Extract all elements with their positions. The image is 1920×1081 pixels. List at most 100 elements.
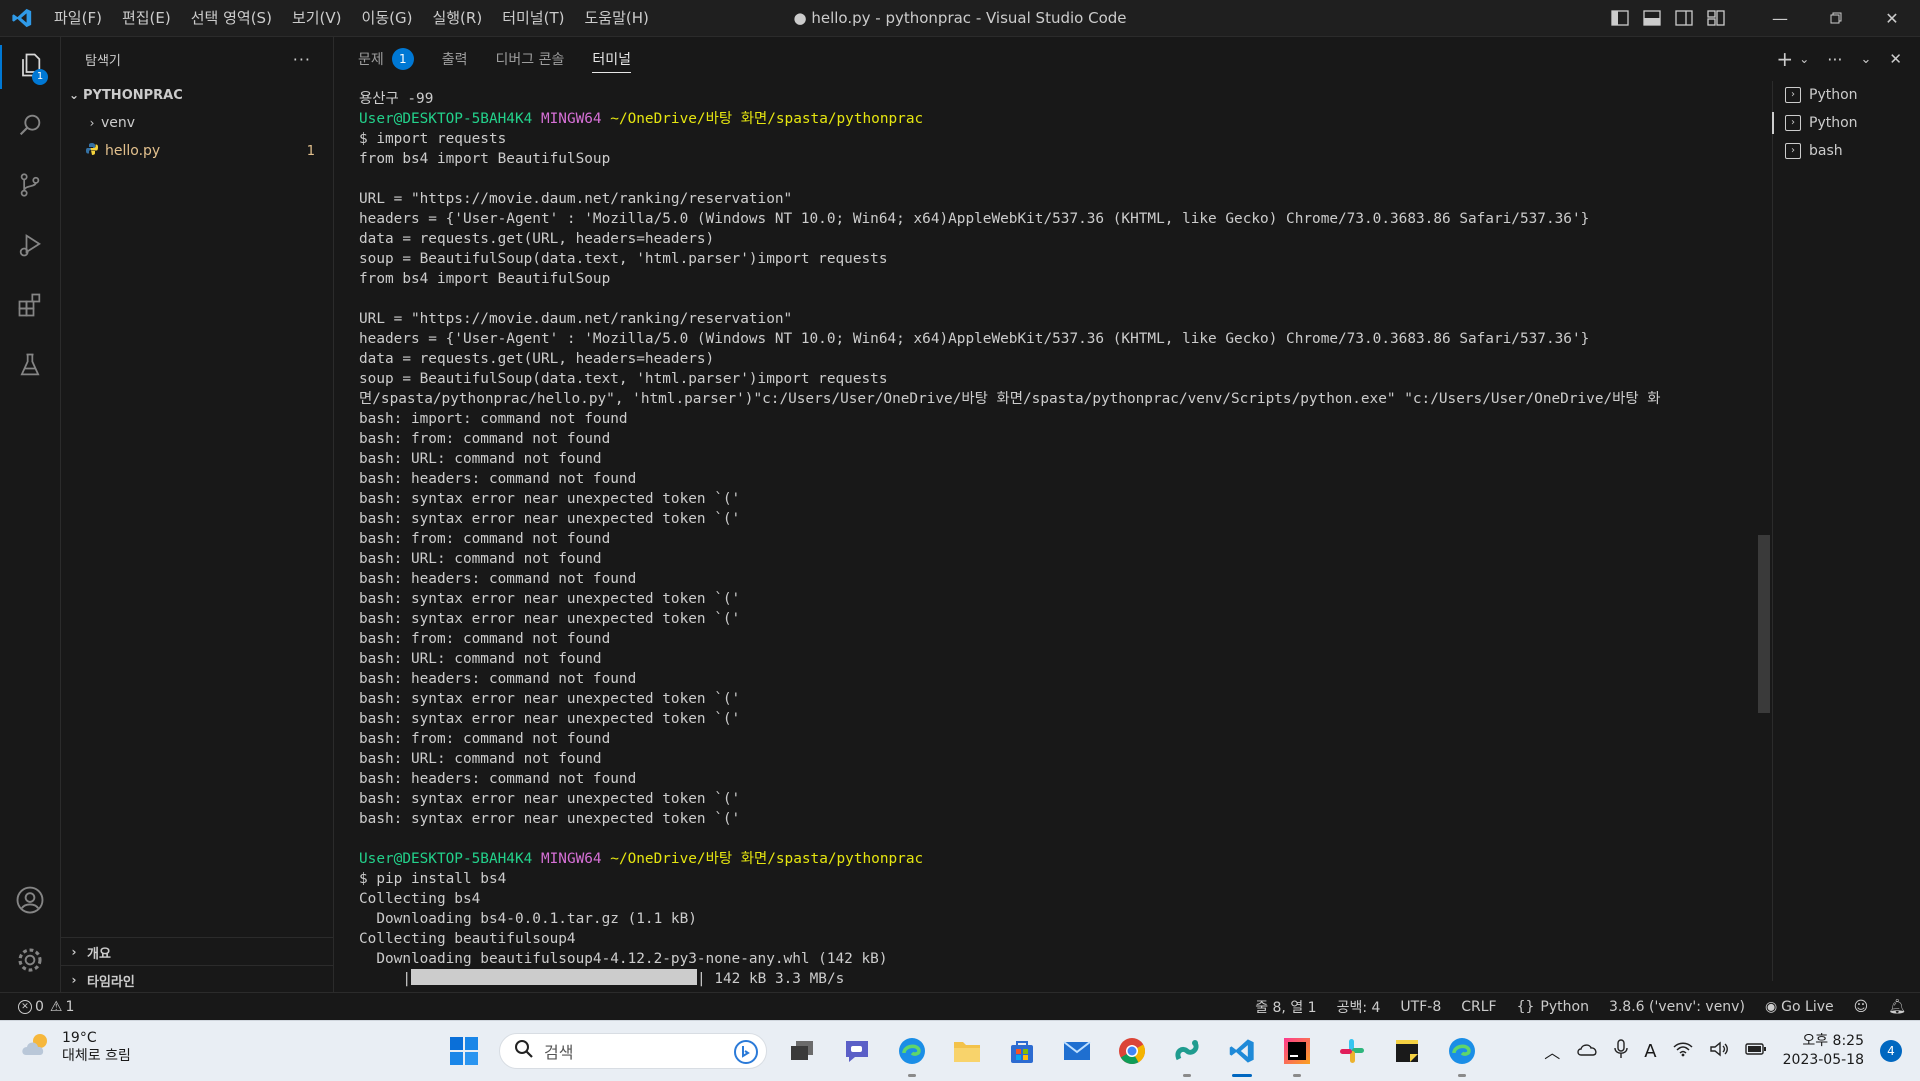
activity-bar: 1 [0,37,61,992]
python-interpreter[interactable]: 3.8.6 ('venv': venv) [1609,999,1745,1015]
volume-icon[interactable] [1709,1041,1729,1061]
menu-selection[interactable]: 선택 영역(S) [181,0,282,36]
new-terminal-icon[interactable]: + [1776,47,1793,71]
tree-item-hello-py[interactable]: hello.py 1 [61,137,333,165]
accounts-activity[interactable] [0,872,60,932]
chrome-app[interactable] [1112,1031,1152,1071]
run-debug-activity[interactable] [0,217,60,277]
progress-text: 142 kB 3.3 MB/s [714,971,845,987]
feedback-icon[interactable]: ☺ [1854,999,1869,1015]
close-button[interactable]: ✕ [1864,0,1920,36]
indentation[interactable]: 공백: 4 [1337,997,1381,1017]
terminal-line: bash: syntax error near unexpected token… [359,711,741,727]
input-method-icon[interactable]: A [1644,1041,1656,1062]
terminal-output[interactable]: 용산구 -99 User@DESKTOP-5BAH4K4 MINGW64 ~/On… [359,89,1749,989]
menu-terminal[interactable]: 터미널(T) [492,0,574,36]
customize-layout-icon[interactable] [1700,0,1732,36]
terminal-app[interactable] [1167,1031,1207,1077]
terminal-item-python-2[interactable]: › Python [1772,109,1920,137]
search-activity[interactable] [0,97,60,157]
menu-edit[interactable]: 편집(E) [112,0,181,36]
file-explorer-app[interactable] [947,1031,987,1071]
tab-problems[interactable]: 문제 1 [358,37,414,81]
extensions-activity[interactable] [0,277,60,337]
clock[interactable]: 오후 8:25 2023-05-18 [1783,1032,1864,1070]
timeline-section[interactable]: › 타임라인 [61,965,333,994]
chevron-down-icon: ⌄ [68,88,80,102]
workspace-folder[interactable]: ⌄ PYTHONPRAC [61,81,333,109]
outline-section[interactable]: › 개요 [61,937,333,966]
edge-app[interactable] [892,1031,932,1077]
close-panel-icon[interactable]: ✕ [1889,50,1902,68]
restore-button[interactable] [1808,0,1864,36]
language-mode[interactable]: {} Python [1517,999,1589,1015]
chevron-down-icon[interactable]: ⌄ [1799,52,1809,66]
run-debug-icon [16,231,44,263]
slack-app[interactable] [1332,1031,1372,1071]
clock-time: 오후 8:25 [1802,1033,1864,1049]
bell-icon[interactable]: 🔔︎ [1888,999,1906,1015]
menu-view[interactable]: 보기(V) [282,0,352,36]
notification-badge[interactable]: 4 [1880,1040,1902,1062]
more-actions-icon[interactable]: ··· [1827,50,1842,69]
go-live-button[interactable]: ◉ Go Live [1765,999,1834,1015]
toggle-secondary-sidebar-icon[interactable] [1668,0,1700,36]
terminal-item-bash[interactable]: › bash [1773,137,1920,165]
menu-go[interactable]: 이동(G) [352,0,423,36]
explorer-activity[interactable]: 1 [0,37,60,97]
terminal-scrollbar[interactable] [1758,535,1770,713]
vscode-app[interactable] [1222,1031,1262,1077]
sticky-notes-app[interactable] [1387,1031,1427,1071]
tree-item-venv[interactable]: › venv [61,109,333,137]
problems-status[interactable]: ✕ 0 ⚠ 1 [18,999,74,1015]
manage-activity[interactable] [0,932,60,992]
teams-chat-app[interactable] [837,1031,877,1071]
store-app[interactable] [1002,1031,1042,1071]
mail-app[interactable] [1057,1031,1097,1071]
cursor-position[interactable]: 줄 8, 열 1 [1255,997,1316,1017]
terminal-line: from bs4 import BeautifulSoup [359,151,611,167]
prompt-path: ~/OneDrive/바탕 화면/spasta/pythonprac [610,111,924,127]
wifi-icon[interactable] [1673,1041,1693,1061]
tab-terminal[interactable]: 터미널 [592,37,631,81]
tab-debug-console[interactable]: 디버그 콘솔 [496,37,565,81]
encoding[interactable]: UTF-8 [1400,999,1441,1015]
line-ending[interactable]: CRLF [1461,999,1496,1015]
source-control-activity[interactable] [0,157,60,217]
account-icon [15,885,45,919]
prompt-user: User@DESKTOP-5BAH4K4 [359,111,533,127]
task-view-app[interactable] [782,1031,822,1071]
onedrive-icon[interactable] [1576,1042,1598,1060]
maximize-panel-icon[interactable]: ⌄ [1861,52,1872,67]
intellij-icon [1284,1038,1310,1064]
terminal-item-python-1[interactable]: › Python [1773,81,1920,109]
start-button[interactable] [444,1031,484,1071]
menu-file[interactable]: 파일(F) [44,0,112,36]
broadcast-icon: ◉ [1764,999,1778,1015]
bing-icon [734,1040,758,1068]
toggle-panel-icon[interactable] [1636,0,1668,36]
minimize-button[interactable]: — [1752,0,1808,36]
edge-dev-app[interactable] [1442,1031,1482,1077]
gear-icon [15,945,45,979]
warning-count: 1 [65,999,75,1015]
toggle-sidebar-icon[interactable] [1604,0,1636,36]
intellij-app[interactable] [1277,1031,1317,1077]
microphone-icon[interactable] [1614,1039,1628,1063]
chevron-up-icon[interactable]: ︿ [1544,1039,1560,1063]
menu-run[interactable]: 실행(R) [422,0,492,36]
tab-label: 터미널 [592,52,632,68]
chat-icon [846,1041,868,1062]
battery-icon[interactable] [1744,1042,1767,1060]
go-live-label: Go Live [1781,999,1834,1015]
testing-activity[interactable] [0,337,60,397]
windows-logo-icon [450,1037,478,1065]
tab-output[interactable]: 출력 [442,37,468,81]
weather-widget[interactable]: 19°C 대체로 흐림 [20,1029,131,1065]
terminal-item-label: Python [1809,87,1858,103]
more-actions-icon[interactable]: ··· [293,50,311,69]
terminal-icon: › [1785,87,1801,103]
taskbar-search[interactable]: 검색 [499,1033,767,1069]
menu-help[interactable]: 도움말(H) [574,0,658,36]
